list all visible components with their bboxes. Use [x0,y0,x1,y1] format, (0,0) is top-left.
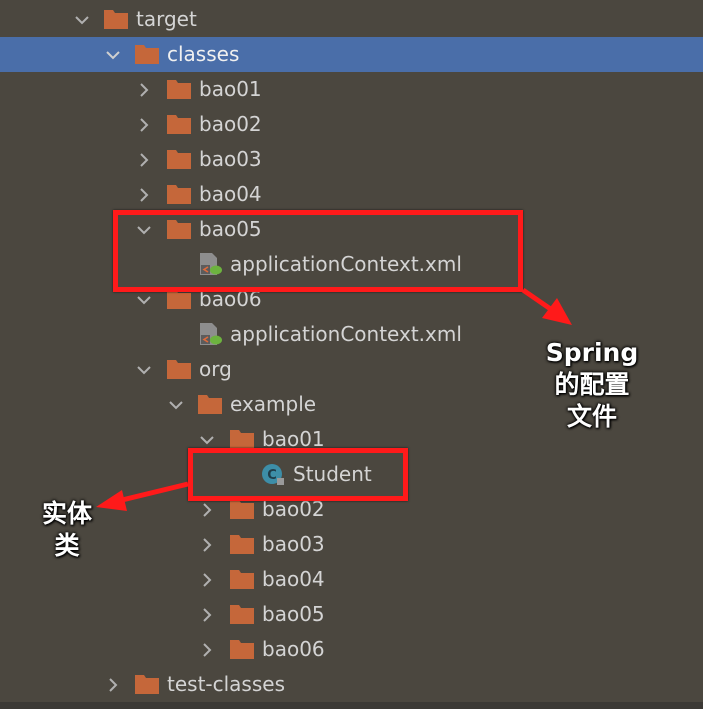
chevron-right-icon[interactable] [199,642,215,658]
chevron-right-icon[interactable] [105,677,121,693]
tree-row-bao01[interactable]: bao01 [0,72,703,107]
chevron-down-icon[interactable] [105,47,121,63]
folder-icon [166,357,192,381]
annotation-line: Spring [545,338,639,367]
tree-row-bao03[interactable]: bao03 [0,142,703,177]
annotation-line: 的配置 [554,370,630,399]
tree-row-classes[interactable]: classes [0,37,703,72]
tree-row-example-bao06[interactable]: bao06 [0,632,703,667]
tree-row-label: classes [167,42,240,66]
tree-row-label: applicationContext.xml [230,322,462,346]
chevron-right-icon[interactable] [136,187,152,203]
tree-row-bao02[interactable]: bao02 [0,107,703,142]
chevron-right-icon[interactable] [136,152,152,168]
folder-icon [166,77,192,101]
chevron-down-icon[interactable] [136,292,152,308]
chevron-down-icon[interactable] [168,397,184,413]
tree-row-label: example [230,392,317,416]
chevron-right-icon[interactable] [136,117,152,133]
folder-icon [134,42,160,66]
chevron-down-icon[interactable] [136,362,152,378]
tree-row-bao04[interactable]: bao04 [0,177,703,212]
tree-row-label: test-classes [167,672,285,696]
chevron-right-icon[interactable] [199,537,215,553]
chevron-down-icon[interactable] [74,12,90,28]
tree-row-label: bao03 [199,147,262,171]
tree-row-label: org [199,357,232,381]
tree-row-example-bao03[interactable]: bao03 [0,527,703,562]
tree-row-label: bao05 [262,602,325,626]
chevron-right-icon[interactable] [199,572,215,588]
tree-row-label: bao04 [262,567,325,591]
chevron-right-icon[interactable] [199,607,215,623]
tree-row-example-bao05[interactable]: bao05 [0,597,703,632]
folder-icon [229,637,255,661]
folder-icon [166,147,192,171]
tree-row-label: bao01 [199,77,262,101]
folder-icon [166,112,192,136]
tree-row-label: bao03 [262,532,325,556]
folder-icon [166,182,192,206]
folder-icon [134,672,160,696]
annotation-entity-text: 实体 类 [32,498,102,562]
folder-icon [229,532,255,556]
spring-xml-icon [197,322,223,346]
folder-icon [229,602,255,626]
annotation-spring-config-text: Spring 的配置 文件 [540,337,644,433]
tree-row-label: bao04 [199,182,262,206]
folder-icon [103,7,129,31]
annotation-box-entity [188,448,408,501]
annotation-line: 实体 [41,499,92,528]
bottom-edge [0,702,703,709]
tree-row-example-bao04[interactable]: bao04 [0,562,703,597]
folder-icon [229,567,255,591]
chevron-right-icon[interactable] [199,502,215,518]
tree-row-label: bao06 [262,637,325,661]
tree-row-target[interactable]: target [0,2,703,37]
chevron-right-icon[interactable] [136,82,152,98]
chevron-down-icon[interactable] [199,432,215,448]
folder-icon [197,392,223,416]
tree-row-label: bao02 [199,112,262,136]
tree-row-label: target [136,7,197,31]
annotation-box-spring-config [113,210,523,292]
annotation-line: 文件 [566,402,617,431]
tree-row-test-classes[interactable]: test-classes [0,667,703,702]
annotation-line: 类 [54,531,80,560]
